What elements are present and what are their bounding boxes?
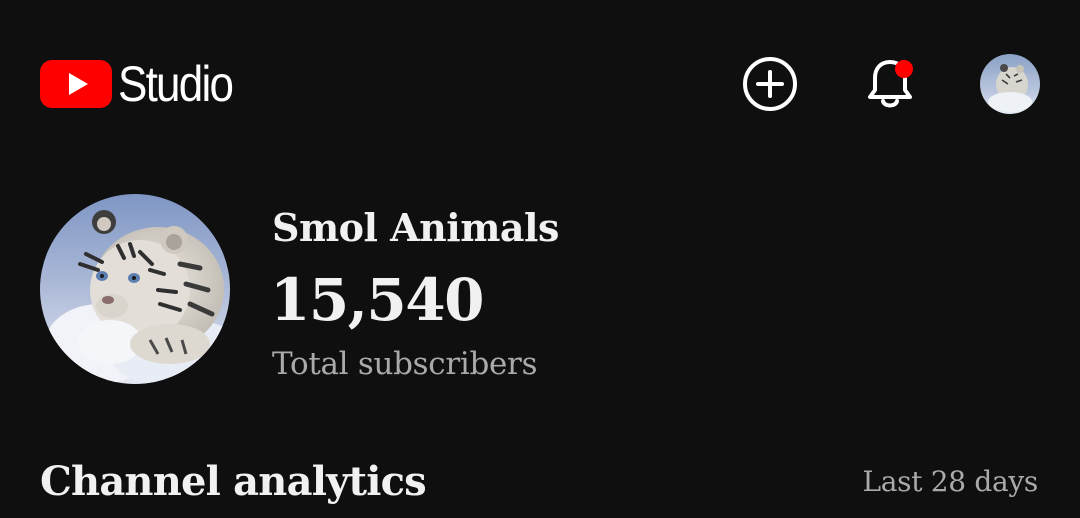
youtube-play-icon bbox=[40, 60, 112, 108]
top-app-bar: Studio bbox=[0, 0, 1080, 170]
analytics-range-label: Last 28 days bbox=[862, 465, 1038, 498]
notification-dot bbox=[895, 60, 913, 78]
account-avatar bbox=[980, 54, 1040, 114]
channel-analytics-title: Channel analytics bbox=[40, 458, 427, 505]
channel-name: Smol Animals bbox=[272, 205, 559, 250]
app-name: Studio bbox=[118, 56, 234, 112]
studio-app: Studio Smol Animals 15,540 Total subscri… bbox=[0, 0, 1080, 518]
create-button[interactable] bbox=[738, 52, 802, 116]
channel-avatar[interactable] bbox=[40, 194, 230, 384]
studio-logo[interactable]: Studio bbox=[40, 56, 248, 112]
subscriber-label: Total subscribers bbox=[272, 346, 538, 382]
notifications-button[interactable] bbox=[858, 52, 922, 116]
subscriber-count: 15,540 bbox=[270, 266, 484, 334]
account-button[interactable] bbox=[978, 52, 1042, 116]
plus-circle-icon bbox=[743, 57, 797, 111]
